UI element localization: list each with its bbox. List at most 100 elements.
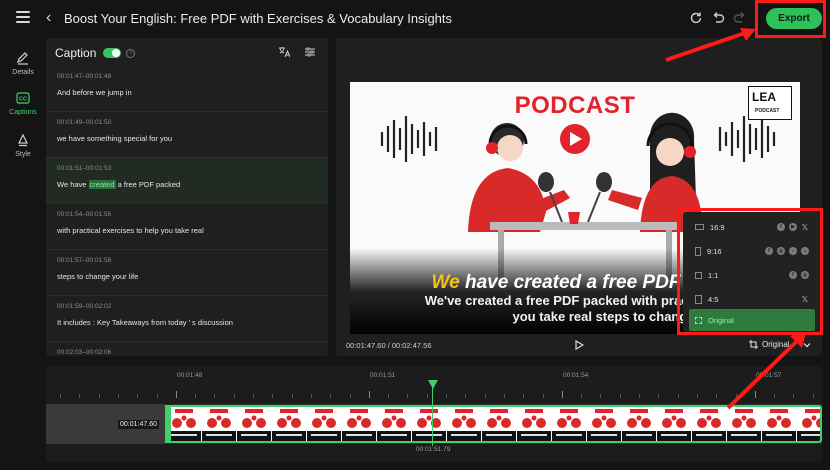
- redo-icon[interactable]: [732, 10, 748, 26]
- caption-time: 00:01:54–00:01:56: [57, 211, 112, 218]
- back-icon[interactable]: ‹: [46, 9, 51, 27]
- ruler-tick: [639, 394, 640, 398]
- caption-time: 00:01:59–00:02:02: [57, 303, 112, 310]
- caption-time: 00:01:47–00:01:48: [57, 73, 112, 80]
- clip-thumbnail: [692, 407, 726, 441]
- ratio-option-original[interactable]: Original: [689, 309, 815, 331]
- ruler-tick: [561, 391, 563, 398]
- caption-text[interactable]: with practical exercises to help you tak…: [57, 226, 204, 235]
- subtitle-line-1-text: have created a free PDF pac: [459, 272, 719, 293]
- clip-thumbnail: [342, 407, 376, 441]
- ruler-tick: [253, 394, 254, 398]
- clip-thumbnail: [237, 407, 271, 441]
- caption-panel: Caption i 00:01:47–00:01:48 And before w…: [46, 38, 328, 356]
- sidebar-item-details[interactable]: Details: [0, 50, 46, 76]
- portrait-shape-icon: [695, 246, 701, 256]
- ruler-tick: [793, 394, 795, 398]
- video-track: [46, 404, 822, 444]
- timeline-tick-label: 00:01:51: [370, 372, 396, 379]
- caption-row[interactable]: 00:02:03–00:02:06: [46, 342, 328, 356]
- caption-text[interactable]: And before we jump in: [57, 88, 132, 97]
- caption-list: 00:01:47–00:01:48 And before we jump in …: [46, 66, 328, 356]
- caption-text[interactable]: we have something special for you: [57, 134, 172, 143]
- style-icon: [15, 132, 31, 148]
- caption-time: 00:01:51–00:01:53: [57, 165, 112, 172]
- original-shape-icon: [695, 316, 702, 324]
- reset-icon[interactable]: [688, 10, 704, 26]
- timeline-tick-label: 00:01:54: [563, 372, 589, 379]
- timeline[interactable]: 00:01:48 00:01:51 00:01:54 00:01:57 00:0…: [46, 366, 822, 462]
- landscape-shape-icon: [695, 224, 704, 230]
- x-icon: 𝕏: [801, 222, 809, 232]
- ruler-tick: [542, 394, 544, 398]
- caption-text[interactable]: We have created a free PDF packed: [57, 180, 180, 189]
- menu-icon[interactable]: [16, 11, 30, 23]
- caption-text[interactable]: steps to change your life: [57, 272, 138, 281]
- undo-icon[interactable]: [710, 10, 726, 26]
- caption-text-after: a free PDF packed: [115, 180, 181, 189]
- ruler-tick: [310, 394, 312, 398]
- caption-time: 00:01:49–00:01:50: [57, 119, 112, 126]
- x-icon: 𝕏: [801, 294, 809, 304]
- caption-highlight-word: created: [88, 180, 116, 189]
- ratio-option-1-1[interactable]: 1:1 f ◎: [689, 264, 815, 286]
- ruler-tick: [175, 391, 177, 398]
- ruler-tick: [98, 394, 100, 398]
- aspect-ratio-select[interactable]: Original: [749, 340, 790, 349]
- caption-toggle[interactable]: [103, 48, 122, 58]
- chevron-down-icon[interactable]: [802, 340, 812, 350]
- info-icon[interactable]: i: [126, 48, 136, 58]
- ratio-option-9-16[interactable]: 9:16 f ◎ ♪ ☺: [689, 240, 815, 262]
- ratio-option-4-5[interactable]: 4:5 𝕏: [689, 288, 815, 310]
- ruler-tick: [696, 394, 698, 398]
- playhead-line: [432, 380, 433, 446]
- ratio-option-label: Original: [708, 315, 734, 325]
- sidebar-item-label: Style: [15, 151, 31, 158]
- ratio-option-label: 4:5: [708, 294, 719, 304]
- ruler-tick: [407, 394, 409, 398]
- sidebar-item-style[interactable]: Style: [0, 132, 46, 158]
- export-button[interactable]: Export: [766, 8, 822, 29]
- caption-row-active[interactable]: 00:01:51–00:01:53 We have created a free…: [46, 158, 328, 204]
- video-clip[interactable]: [165, 405, 822, 443]
- settings-sliders-icon[interactable]: [304, 46, 316, 58]
- caption-row[interactable]: 00:01:57–00:01:58 steps to change your l…: [46, 250, 328, 296]
- ruler-tick: [330, 394, 332, 398]
- ruler-tick: [446, 394, 447, 398]
- clip-thumbnail: [202, 407, 236, 441]
- aspect-ratio-value: Original: [762, 340, 790, 349]
- ruler-tick: [79, 394, 81, 398]
- translate-icon[interactable]: [278, 46, 290, 58]
- caption-row[interactable]: 00:01:59–00:02:02 It includes : Key Take…: [46, 296, 328, 342]
- timecode: 00:01:47.60 / 00:02:47.56: [346, 341, 432, 350]
- timeline-tick-label: 00:01:57: [756, 372, 782, 379]
- sidebar-item-captions[interactable]: CC Captions: [0, 90, 46, 116]
- crop-icon: [749, 340, 758, 349]
- ruler-tick: [503, 394, 505, 398]
- ratio-option-16-9[interactable]: 16:9 f ▶ 𝕏: [689, 216, 815, 238]
- square-shape-icon: [695, 271, 702, 279]
- caption-time: 00:02:03–00:02:06: [57, 349, 112, 356]
- play-icon[interactable]: [574, 340, 584, 350]
- playhead-handle[interactable]: [428, 380, 438, 389]
- clip-start-time: 00:01:47.60: [118, 420, 159, 429]
- ruler-tick: [195, 394, 197, 398]
- ruler-tick: [677, 394, 679, 398]
- clip-thumbnail: [587, 407, 621, 441]
- youtube-icon: ▶: [789, 223, 797, 231]
- ruler-tick: [349, 394, 351, 398]
- clip-trim-handle[interactable]: [165, 405, 171, 443]
- caption-row[interactable]: 00:01:49–00:01:50 we have something spec…: [46, 112, 328, 158]
- caption-panel-title: Caption: [55, 46, 97, 60]
- clip-thumbnail: [377, 407, 411, 441]
- caption-row[interactable]: 00:01:47–00:01:48 And before we jump in: [46, 66, 328, 112]
- ruler-tick: [774, 394, 776, 398]
- clip-thumbnail: [727, 407, 761, 441]
- clip-thumbnail: [272, 407, 306, 441]
- clip-thumbnail: [412, 407, 446, 441]
- caption-text[interactable]: It includes : Key Takeaways from today ’…: [57, 318, 233, 327]
- clip-thumbnail: [552, 407, 586, 441]
- timeline-tick-label: 00:01:48: [177, 372, 203, 379]
- caption-row[interactable]: 00:01:54–00:01:56 with practical exercis…: [46, 204, 328, 250]
- clip-thumbnail: [167, 407, 201, 441]
